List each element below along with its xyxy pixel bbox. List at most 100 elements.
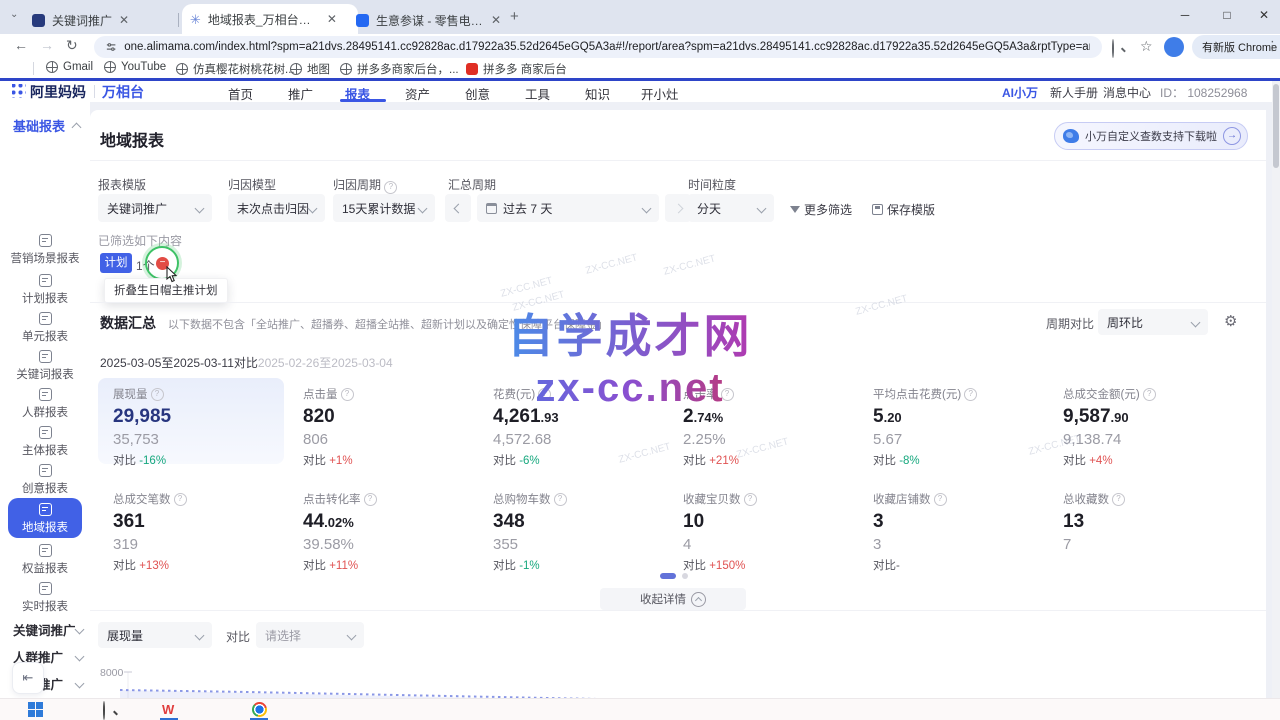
bookmark-item[interactable]: YouTube <box>104 61 166 73</box>
tab-favicon: ✳ <box>190 13 201 26</box>
divider <box>90 302 1266 303</box>
stat-label: 点击转化率 <box>303 491 361 507</box>
chart-metric-select[interactable]: 展现量 <box>98 622 212 648</box>
sidebar-item-audience-report[interactable]: 人群报表 <box>0 388 90 420</box>
bookmark-star-icon[interactable]: ☆ <box>1140 38 1153 55</box>
stat-card-total-favorites[interactable]: 总收藏数? 13 7 <box>1048 483 1234 569</box>
attribution-model-select[interactable]: 末次点击归因 <box>228 194 325 222</box>
sidebar-item-realtime-report[interactable]: 实时报表 <box>0 582 90 614</box>
stat-card-cost[interactable]: 花费(元)? 4,261.93 4,572.68 对比 -6% <box>478 378 664 464</box>
site-info-icon[interactable] <box>106 41 116 53</box>
sidebar-item-plan-report[interactable]: 计划报表 <box>0 274 90 306</box>
template-select[interactable]: 关键词推广 <box>98 194 212 222</box>
scrollbar-track[interactable] <box>1272 81 1280 698</box>
attribution-period-select[interactable]: 15天累计数据 <box>333 194 435 222</box>
nav-item-knowledge[interactable]: 知识 <box>585 84 610 102</box>
url-field[interactable]: one.alimama.com/index.html?spm=a21dvs.28… <box>94 36 1102 58</box>
stat-card-impressions[interactable]: 展现量? 29,985 35,753 对比 -16% <box>98 378 284 464</box>
bookmark-item[interactable]: 拼多多 商家后台 <box>466 61 567 77</box>
bookmark-item[interactable]: 拼多多商家后台，... <box>340 61 459 77</box>
profile-avatar[interactable] <box>1164 37 1184 57</box>
bookmark-item[interactable]: Gmail <box>46 61 93 73</box>
browser-tab[interactable]: 关键词推广 ✕ <box>24 6 192 34</box>
stat-card-avg-cpc[interactable]: 平均点击花费(元)? 5.20 5.67 对比 -8% <box>858 378 1044 464</box>
nav-item-kaixiaozao[interactable]: 开小灶 <box>641 84 679 102</box>
nav-item-creative[interactable]: 创意 <box>465 84 490 102</box>
stat-card-gmv[interactable]: 总成交金额(元)? 9,587.90 9,138.74 对比 +4% <box>1048 378 1234 464</box>
wps-icon[interactable]: W <box>162 702 177 717</box>
sidebar-collapse-button[interactable]: ⇤ <box>12 662 44 694</box>
more-filters-button[interactable]: 更多筛选 <box>790 201 852 218</box>
sidebar-item-keyword-report[interactable]: 关键词报表 <box>0 350 90 382</box>
stat-card-carts[interactable]: 总购物车数? 348 355 对比 -1% <box>478 483 664 569</box>
windows-start-icon[interactable] <box>28 702 43 717</box>
bookmark-item[interactable]: 地图 <box>290 61 330 77</box>
taskbar-search-icon[interactable] <box>103 701 105 720</box>
summary-note: 以下数据不包含「全站推广、超播券、超播全站推、超新计划以及确定性保障平台保障金」 <box>168 316 608 332</box>
select-value: 15天累计数据 <box>342 200 415 217</box>
nav-item-home[interactable]: 首页 <box>228 84 253 102</box>
bookmark-label: Gmail <box>63 61 93 73</box>
sidebar-item-creative-report[interactable]: 创意报表 <box>0 464 90 496</box>
period-compare-select[interactable]: 周环比 <box>1098 309 1208 335</box>
collapse-details-button[interactable]: 收起详情 <box>600 588 746 610</box>
gear-icon[interactable]: ⚙ <box>1224 312 1237 330</box>
back-icon[interactable]: ← <box>14 37 28 53</box>
main-panel: 地域报表 小万自定义查数支持下载啦 → 报表模版 归因模型 归因周期 ? 汇总周… <box>90 110 1266 720</box>
stat-label: 花费(元) <box>493 386 535 402</box>
chrome-icon[interactable] <box>252 702 267 717</box>
browser-tab[interactable]: 生意参谋 - 零售电商大数据产 ✕ <box>348 6 516 34</box>
sidebar-item-rights-report[interactable]: 权益报表 <box>0 544 90 576</box>
ai-xiaowan-link[interactable]: AI小万 <box>1002 84 1038 101</box>
tab-title: 地域报表_万相台无界版 <box>208 11 320 28</box>
tab-close-icon[interactable]: ✕ <box>327 13 337 25</box>
nav-item-tools[interactable]: 工具 <box>525 84 550 102</box>
date-range-select[interactable]: 过去 7 天 <box>477 194 659 222</box>
carousel-dots[interactable] <box>660 573 688 579</box>
calendar-icon <box>486 203 497 214</box>
date-prev-button[interactable] <box>445 194 471 222</box>
xiaowan-download-button[interactable]: 小万自定义查数支持下载啦 → <box>1054 122 1248 150</box>
chart-compare-select[interactable]: 请选择 <box>256 622 364 648</box>
globe-icon <box>104 61 116 73</box>
sidebar-item-subject-report[interactable]: 主体报表 <box>0 426 90 458</box>
reload-icon[interactable]: ↻ <box>66 37 78 54</box>
window-minimize-button[interactable]: ─ <box>1166 0 1204 30</box>
browser-tab-active[interactable]: ✳ 地域报表_万相台无界版 ✕ <box>182 4 358 34</box>
tab-search-chevron-icon[interactable]: ⌄ <box>10 9 18 20</box>
page-title: 地域报表 <box>100 127 164 151</box>
browser-menu-icon[interactable]: ⋮ <box>1266 38 1279 54</box>
newbie-manual-link[interactable]: 新人手册 <box>1050 84 1098 101</box>
new-tab-button[interactable]: + <box>510 8 519 25</box>
window-close-button[interactable]: ✕ <box>1248 0 1280 30</box>
sidebar-group-keyword-promote[interactable]: 关键词推广 <box>13 620 83 639</box>
sidebar-item-marketing-scene-report[interactable]: 营销场景报表 <box>0 234 90 266</box>
info-icon: ? <box>538 388 551 401</box>
window-maximize-button[interactable]: □ <box>1208 0 1246 30</box>
forward-icon[interactable]: → <box>40 37 54 53</box>
select-value: 末次点击归因 <box>237 200 309 217</box>
stat-card-item-favorites[interactable]: 收藏宝贝数? 10 4 对比 +150% <box>668 483 854 569</box>
save-template-button[interactable]: 保存模版 <box>872 201 935 218</box>
stat-card-ctr[interactable]: 点击率? 2.74% 2.25% 对比 +21% <box>668 378 854 464</box>
info-icon: ? <box>1143 388 1156 401</box>
nav-item-assets[interactable]: 资产 <box>405 84 430 102</box>
stat-card-clicks[interactable]: 点击量? 820 806 对比 +1% <box>288 378 474 464</box>
stat-card-cvr[interactable]: 点击转化率? 44.02% 39.58% 对比 +11% <box>288 483 474 569</box>
tab-close-icon[interactable]: ✕ <box>491 14 501 26</box>
chevron-up-icon <box>691 592 706 607</box>
tab-close-icon[interactable]: ✕ <box>119 14 129 26</box>
plan-tag[interactable]: 计划 <box>100 253 132 273</box>
message-center-link[interactable]: 消息中心 <box>1103 84 1151 101</box>
stat-label: 收藏宝贝数 <box>683 491 741 507</box>
scrollbar-thumb[interactable] <box>1273 84 1279 168</box>
stat-card-orders[interactable]: 总成交笔数? 361 319 对比 +13% <box>98 483 284 569</box>
sidebar-section-basic-reports[interactable]: 基础报表 <box>13 116 80 135</box>
sidebar-item-region-report-active[interactable]: 地域报表 <box>8 498 82 538</box>
stat-card-shop-favorites[interactable]: 收藏店铺数? 3 3 对比- <box>858 483 1044 569</box>
nav-item-promote[interactable]: 推广 <box>288 84 313 102</box>
bookmark-item[interactable]: 仿真樱花树桃花树... <box>176 61 295 77</box>
granularity-select[interactable]: 分天 <box>688 194 774 222</box>
sidebar-item-unit-report[interactable]: 单元报表 <box>0 312 90 344</box>
zoom-icon[interactable] <box>1112 40 1114 58</box>
